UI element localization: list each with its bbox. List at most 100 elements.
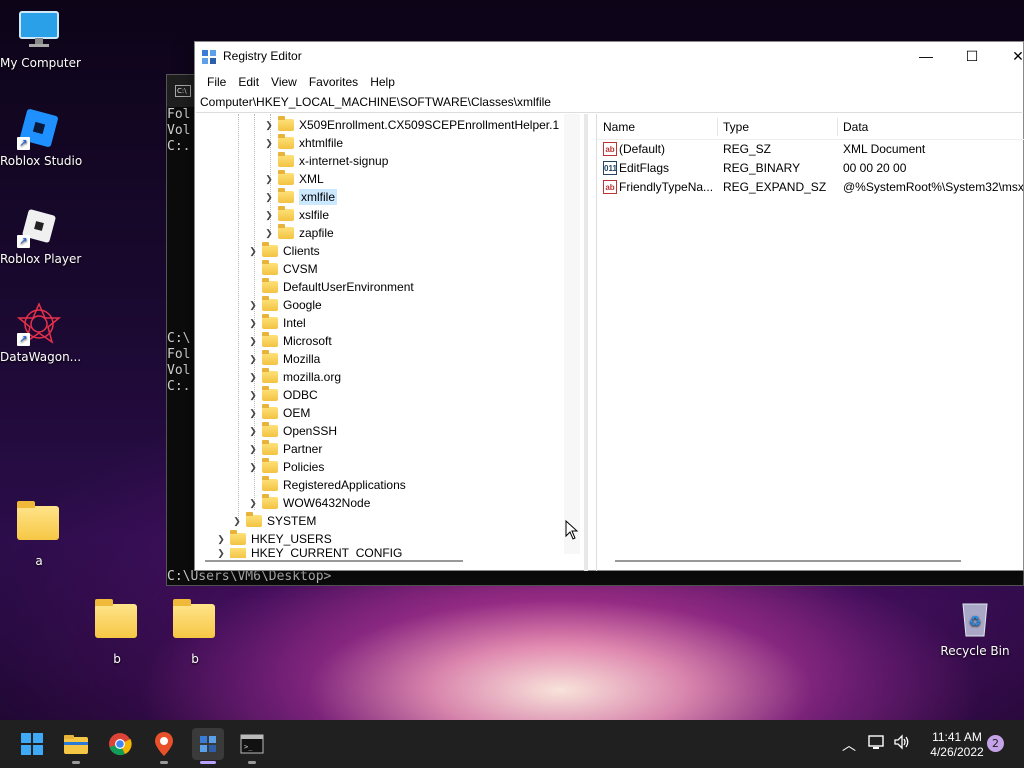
values-horizontal-scrollbar[interactable] (615, 560, 961, 562)
tree-item[interactable]: x-internet-signup (263, 152, 388, 170)
tree-item[interactable]: ❯ Microsoft (247, 332, 332, 350)
chevron-right-icon[interactable]: ❯ (215, 534, 227, 545)
value-row[interactable]: ab FriendlyTypeNa... REG_EXPAND_SZ @%Sys… (597, 178, 1024, 197)
taskbar-registry-editor[interactable] (192, 728, 224, 764)
tree-horizontal-scrollbar[interactable] (205, 560, 463, 562)
tree-item-label: HKEY_USERS (251, 532, 332, 546)
console-line: C:\ (167, 331, 191, 346)
close-button[interactable]: ✕ (995, 42, 1024, 71)
chevron-right-icon[interactable]: ❯ (247, 426, 259, 437)
network-icon[interactable] (868, 734, 886, 753)
chevron-right-icon[interactable]: ❯ (247, 408, 259, 419)
column-header-name[interactable]: Name (603, 120, 635, 134)
regedit-titlebar[interactable]: Registry Editor — ☐ ✕ (195, 42, 1024, 71)
value-row[interactable]: 011 EditFlags REG_BINARY 00 00 20 00 (597, 159, 1024, 178)
tree-item[interactable]: ❯ OpenSSH (247, 422, 337, 440)
tree-item[interactable]: ❯ zapfile (263, 224, 334, 242)
key-tree-pane[interactable]: ❯ X509Enrollment.CX509SCEPEnrollmentHelpe… (195, 114, 588, 571)
desktop-folder-b-2[interactable]: b (156, 598, 234, 666)
menu-edit[interactable]: Edit (232, 75, 265, 89)
taskbar-maps-app[interactable] (148, 728, 180, 764)
tree-item[interactable]: ❯ HKEY_CURRENT_CONFIG (215, 548, 402, 558)
tree-item[interactable]: ❯ Google (247, 296, 322, 314)
chevron-right-icon[interactable]: ❯ (263, 210, 275, 221)
notification-badge[interactable]: 2 (987, 735, 1004, 752)
folder-icon (262, 494, 278, 509)
chevron-right-icon[interactable]: ❯ (247, 300, 259, 311)
chevron-right-icon[interactable]: ❯ (263, 174, 275, 185)
desktop-icon-roblox-player[interactable]: ↗ Roblox Player (0, 204, 81, 266)
tree-item[interactable]: ❯ XML (263, 170, 324, 188)
tree-item[interactable]: ❯ Intel (247, 314, 306, 332)
column-header-type[interactable]: Type (723, 120, 749, 134)
console-line: Fol (167, 107, 191, 122)
tree-item[interactable]: ❯ OEM (247, 404, 310, 422)
folder-icon (262, 404, 278, 419)
tree-item[interactable]: DefaultUserEnvironment (247, 278, 414, 296)
tree-vertical-scrollbar[interactable] (564, 114, 580, 554)
console-line: Vol (167, 123, 191, 138)
folder-icon (173, 599, 217, 648)
chevron-right-icon[interactable]: ❯ (247, 354, 259, 365)
column-header-data[interactable]: Data (843, 120, 868, 134)
tree-item[interactable]: ❯ Policies (247, 458, 324, 476)
chevron-right-icon[interactable]: ❯ (215, 548, 227, 558)
console-prompt[interactable]: C:\Users\VM6\Desktop> (167, 569, 331, 584)
tree-item[interactable]: ❯ Clients (247, 242, 320, 260)
menu-file[interactable]: File (201, 75, 232, 89)
chevron-up-icon[interactable]: ︿ (842, 735, 856, 755)
tree-item-selected[interactable]: ❯ xmlfile (263, 188, 338, 206)
tree-item[interactable]: ❯ SYSTEM (231, 512, 316, 530)
chevron-right-icon[interactable]: ❯ (247, 498, 259, 509)
tree-item[interactable]: ❯ X509Enrollment.CX509SCEPEnrollmentHelpe… (263, 116, 559, 134)
menu-view[interactable]: View (265, 75, 303, 89)
tree-item[interactable]: ❯ Partner (247, 440, 322, 458)
tree-item[interactable]: ❯ xslfile (263, 206, 329, 224)
values-pane[interactable]: Name Type Data ab (Default) REG_SZ XML D… (596, 114, 1024, 571)
start-button[interactable] (16, 728, 48, 760)
volume-icon[interactable] (893, 734, 911, 753)
chevron-right-icon[interactable]: ❯ (263, 228, 275, 239)
desktop-icon-roblox-studio[interactable]: ↗ Roblox Studio (0, 106, 82, 168)
tree-item[interactable]: ❯ HKEY_USERS (215, 530, 332, 548)
desktop-icon-label: DataWagon... (0, 350, 82, 364)
desktop-icon-recycle-bin[interactable]: ♻ Recycle Bin (936, 596, 1014, 658)
menu-help[interactable]: Help (364, 75, 401, 89)
address-bar[interactable]: Computer\HKEY_LOCAL_MACHINE\SOFTWARE\Cla… (196, 92, 1022, 113)
tree-item-label: Google (283, 298, 322, 312)
taskbar-command-prompt[interactable]: >_ (236, 728, 268, 764)
registry-app-icon (202, 50, 216, 64)
chevron-right-icon[interactable]: ❯ (247, 246, 259, 257)
maximize-button[interactable]: ☐ (949, 42, 995, 71)
chevron-right-icon[interactable]: ❯ (247, 318, 259, 329)
registry-icon (200, 736, 216, 752)
desktop-icon-my-computer[interactable]: My Computer (0, 8, 81, 70)
chevron-right-icon[interactable]: ❯ (263, 120, 275, 131)
tree-item[interactable]: ❯ mozilla.org (247, 368, 341, 386)
chevron-right-icon[interactable]: ❯ (247, 462, 259, 473)
tree-item[interactable]: ❯ Mozilla (247, 350, 320, 368)
chevron-right-icon[interactable]: ❯ (247, 372, 259, 383)
desktop-folder-a[interactable]: a (0, 500, 78, 568)
chevron-right-icon[interactable]: ❯ (247, 336, 259, 347)
desktop-folder-b-1[interactable]: b (78, 598, 156, 666)
value-row[interactable]: ab (Default) REG_SZ XML Document (597, 140, 1024, 159)
menu-favorites[interactable]: Favorites (303, 75, 364, 89)
tree-item[interactable]: CVSM (247, 260, 318, 278)
minimize-button[interactable]: — (903, 42, 949, 71)
tree-item-label: DefaultUserEnvironment (283, 280, 414, 294)
chevron-right-icon[interactable]: ❯ (263, 138, 275, 149)
taskbar-chrome[interactable] (104, 728, 136, 760)
chevron-right-icon[interactable]: ❯ (247, 390, 259, 401)
tree-item[interactable]: ❯ xhtmlfile (263, 134, 343, 152)
tree-item[interactable]: ❯ WOW6432Node (247, 494, 370, 512)
tree-item[interactable]: ❯ ODBC (247, 386, 318, 404)
registry-editor-window[interactable]: Registry Editor — ☐ ✕ File Edit View Fav… (194, 41, 1024, 571)
desktop-icon-datawagon[interactable]: ↗ DataWagon... (0, 302, 82, 364)
folder-icon (262, 422, 278, 437)
chevron-right-icon[interactable]: ❯ (247, 444, 259, 455)
tree-item[interactable]: RegisteredApplications (247, 476, 406, 494)
taskbar-file-explorer[interactable] (60, 728, 92, 764)
chevron-right-icon[interactable]: ❯ (231, 516, 243, 527)
chevron-right-icon[interactable]: ❯ (263, 192, 275, 203)
